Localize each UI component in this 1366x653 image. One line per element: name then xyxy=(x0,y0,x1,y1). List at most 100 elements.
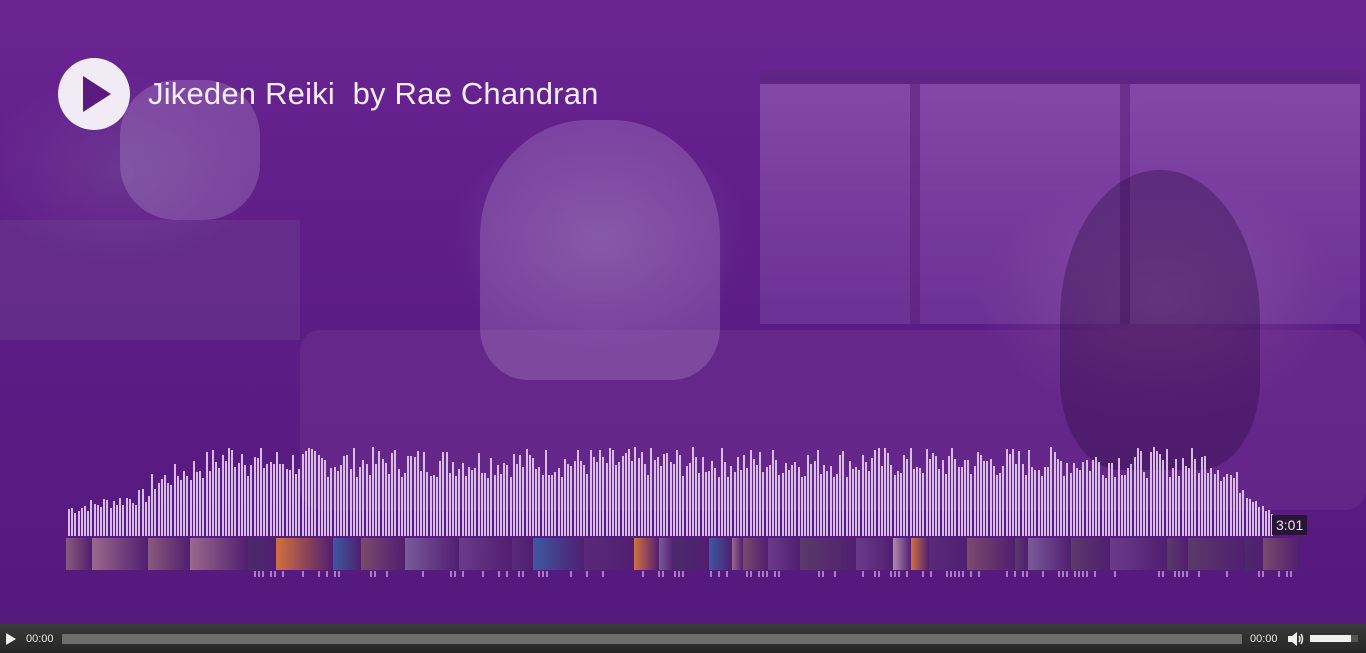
timeline-tick xyxy=(678,571,680,577)
speaker-icon xyxy=(1288,631,1304,646)
waveform-bar xyxy=(912,469,915,536)
waveform-bar xyxy=(1204,456,1206,536)
waveform-bar xyxy=(480,473,483,536)
waveform-bar xyxy=(887,453,890,536)
mute-button[interactable] xyxy=(1286,624,1306,653)
waveform-bar xyxy=(157,483,160,536)
waveform-bar xyxy=(583,465,586,536)
waveform-bar xyxy=(141,489,144,536)
waveform-bar xyxy=(1152,447,1155,536)
waveform-bar xyxy=(327,477,330,536)
waveform-bar xyxy=(122,505,125,536)
waveform-bar xyxy=(413,457,416,536)
timeline-tick xyxy=(282,571,284,577)
timeline-tick xyxy=(482,571,484,577)
waveform-bar xyxy=(1175,459,1178,536)
timeline-tick xyxy=(978,571,980,577)
waveform-bar xyxy=(144,502,147,536)
waveform-bar xyxy=(762,472,765,536)
timeline-thumbnail xyxy=(92,538,148,570)
waveform-bar xyxy=(893,475,896,536)
thumbnail-strip[interactable] xyxy=(66,538,1300,570)
waveform-bar xyxy=(1015,464,1018,536)
waveform-bar xyxy=(1223,477,1226,536)
waveform-bar xyxy=(148,496,150,536)
waveform-bar xyxy=(490,458,493,536)
timeline-tick xyxy=(338,571,340,577)
waveform-bar xyxy=(304,451,307,536)
waveform-bar xyxy=(311,449,314,536)
waveform-bar xyxy=(1207,473,1210,536)
waveform-bar xyxy=(74,513,77,536)
big-play-button[interactable] xyxy=(58,58,130,130)
timeline-tick xyxy=(538,571,540,577)
waveform-bar xyxy=(928,459,931,536)
waveform-bar xyxy=(404,473,406,536)
waveform-bar xyxy=(935,456,938,536)
waveform-bar xyxy=(852,469,854,536)
waveform-bar xyxy=(903,455,906,536)
waveform-bar xyxy=(512,454,515,536)
timeline-thumbnail xyxy=(911,538,929,570)
timeline-tick xyxy=(1078,571,1080,577)
audio-waveform[interactable] xyxy=(66,430,1276,536)
waveform-bar xyxy=(103,499,106,536)
waveform-bar xyxy=(509,477,512,536)
waveform-bar xyxy=(733,472,736,536)
waveform-bar xyxy=(1024,475,1027,536)
timeline-tick xyxy=(326,571,328,577)
waveform-bar xyxy=(1127,468,1130,536)
waveform-bar xyxy=(765,467,768,536)
volume-slider[interactable] xyxy=(1310,635,1358,642)
waveform-bar xyxy=(471,470,474,536)
timeline-thumbnail xyxy=(1167,538,1188,570)
waveform-bar xyxy=(554,472,557,536)
waveform-bar xyxy=(896,471,899,536)
waveform-bar xyxy=(260,448,262,536)
timeline-tick xyxy=(950,571,952,577)
progress-rail[interactable] xyxy=(62,633,1242,644)
waveform-bar xyxy=(864,462,867,536)
waveform-bar xyxy=(173,464,176,536)
waveform-bar xyxy=(1031,467,1034,536)
timeline-tick xyxy=(1114,571,1116,577)
waveform-bar xyxy=(320,458,323,536)
play-button[interactable] xyxy=(0,624,22,653)
waveform-bar xyxy=(224,461,227,536)
waveform-bar xyxy=(948,456,950,536)
waveform-bar xyxy=(80,508,83,536)
waveform-bar xyxy=(1165,449,1168,536)
waveform-bar xyxy=(416,451,419,536)
timeline-thumbnail xyxy=(66,538,92,570)
waveform-bar xyxy=(410,456,413,536)
timeline-thumbnail xyxy=(659,538,674,570)
waveform-bar xyxy=(272,464,275,536)
waveform-bar xyxy=(941,460,944,536)
timeline-tick xyxy=(890,571,892,577)
waveform-bar xyxy=(922,473,925,536)
waveform-bar xyxy=(759,452,762,536)
video-title: Jikeden Reiki by Rae Chandran xyxy=(148,76,599,111)
timeline-tick xyxy=(1094,571,1096,577)
waveform-bar xyxy=(183,471,186,536)
waveform-bar xyxy=(996,475,998,536)
waveform-bar xyxy=(1245,498,1248,536)
timeline-thumbnail xyxy=(674,538,709,570)
video-poster[interactable]: Jikeden Reiki by Rae Chandran 3:01 xyxy=(0,0,1366,624)
timeline-tick xyxy=(262,571,264,577)
timeline-tick xyxy=(682,571,684,577)
waveform-bar xyxy=(1072,463,1075,536)
timeline-thumbnail xyxy=(148,538,190,570)
waveform-bar xyxy=(407,456,410,536)
timeline-tick xyxy=(318,571,320,577)
waveform-bar xyxy=(400,477,403,536)
waveform-bar xyxy=(804,476,806,536)
waveform-bar xyxy=(199,471,202,536)
timeline-tick xyxy=(1042,571,1044,577)
waveform-bar xyxy=(442,452,445,536)
waveform-bar xyxy=(298,469,301,536)
waveform-bar xyxy=(944,474,947,536)
waveform-bar xyxy=(1028,450,1030,536)
waveform-bar xyxy=(682,476,685,536)
waveform-bar xyxy=(1002,466,1005,536)
